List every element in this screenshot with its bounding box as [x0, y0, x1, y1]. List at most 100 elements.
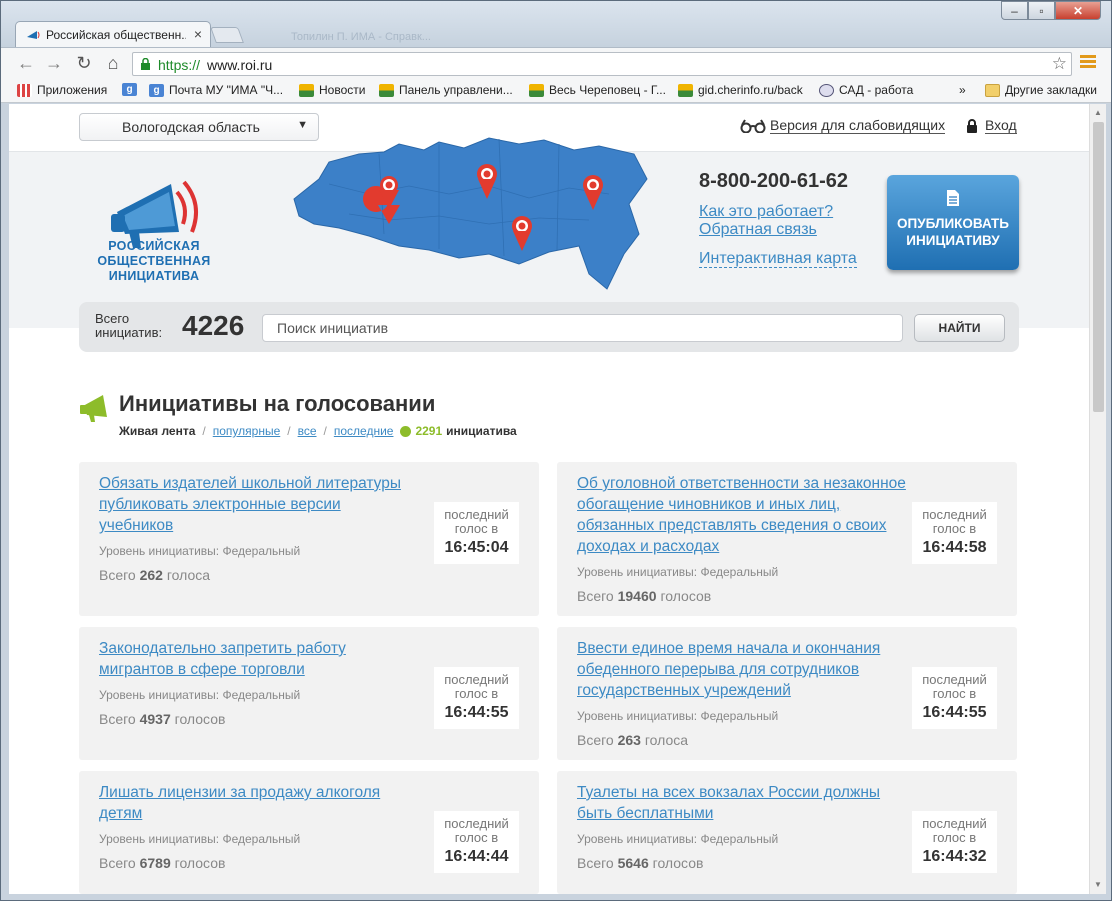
region-select[interactable]: Вологодская область ▼	[79, 113, 319, 141]
last-vote-label-1: последний	[444, 672, 509, 687]
bookmarks-overflow[interactable]: »	[959, 83, 966, 97]
globe-icon	[819, 83, 834, 97]
last-vote-label-1: последний	[922, 816, 987, 831]
initiative-votes: Всего 6789 голосов	[99, 855, 225, 871]
new-tab-button[interactable]	[210, 27, 244, 43]
bookmark-star-icon[interactable]: ☆	[1052, 54, 1067, 74]
bookmark-label: Приложения	[37, 83, 108, 97]
bookmark-mail[interactable]: g Почта МУ "ИМА "Ч...	[149, 83, 283, 97]
glasses-icon	[740, 119, 766, 133]
close-tab-icon[interactable]: ×	[194, 26, 202, 42]
bookmark-sad[interactable]: САД - работа	[819, 83, 913, 97]
maximize-button[interactable]: ▫	[1028, 1, 1055, 20]
window-controls: ‒ ▫ ✕	[1001, 1, 1101, 20]
region-value: Вологодская область	[122, 119, 260, 135]
filter-separator: /	[323, 424, 327, 438]
padlock-icon	[967, 119, 977, 133]
last-vote-time: 16:44:44	[444, 848, 509, 865]
phone-number: 8-800-200-61-62	[699, 170, 848, 192]
votes-count: 262	[139, 567, 163, 583]
votes-count: 19460	[617, 588, 657, 604]
last-vote-box: последний голос в 16:44:55	[912, 667, 997, 729]
bookmark-other[interactable]: Другие закладки	[985, 83, 1097, 97]
bookmark-apps[interactable]: Приложения	[17, 83, 107, 97]
last-vote-label-2: голос в	[454, 686, 499, 701]
scroll-thumb[interactable]	[1093, 122, 1104, 412]
votes-prefix: Всего	[99, 855, 136, 871]
initiative-card: Лишать лицензии за продажу алкоголя детя…	[79, 771, 539, 894]
russia-map-icon[interactable]	[289, 124, 649, 294]
logo-line-3: ИНИЦИАТИВА	[108, 269, 200, 283]
search-button[interactable]: НАЙТИ	[914, 314, 1005, 342]
initiatives-on-vote-count: 2291	[415, 424, 443, 438]
initiative-title-link[interactable]: Законодательно запретить работу мигранто…	[99, 638, 389, 680]
scroll-down-icon[interactable]: ▼	[1094, 880, 1102, 889]
votes-prefix: Всего	[99, 711, 136, 727]
initiative-title-link[interactable]: Туалеты на всех вокзалах России должны б…	[577, 782, 907, 824]
bookmark-panel[interactable]: Панель управлени...	[379, 83, 513, 97]
login-link[interactable]: Вход	[966, 118, 1017, 134]
last-vote-label-1: последний	[444, 507, 509, 522]
votes-prefix: Всего	[577, 855, 614, 871]
ghost-tab-title: Топилин П. ИМА - Справк...	[291, 31, 431, 43]
address-bar[interactable]: https:// www.roi.ru ☆	[132, 52, 1072, 76]
bookmark-cherinfo[interactable]: gid.cherinfo.ru/back	[678, 83, 803, 97]
filter-bar: Живая лента / популярные / все / последн…	[119, 424, 517, 438]
votes-prefix: Всего	[577, 588, 614, 604]
forward-arrow-icon[interactable]: →	[43, 53, 65, 74]
search-input[interactable]	[262, 314, 903, 342]
accessibility-link[interactable]: Версия для слабовидящих	[740, 118, 946, 134]
initiative-title-link[interactable]: Об уголовной ответственности за незаконн…	[577, 473, 907, 557]
interactive-map-link[interactable]: Интерактивная карта	[699, 250, 857, 268]
votes-suffix: голосов	[174, 855, 226, 871]
votes-suffix: голоса	[644, 732, 689, 748]
bookmark-news[interactable]: Новости	[299, 83, 365, 97]
last-vote-time: 16:44:32	[922, 848, 987, 865]
section-title: Инициативы на голосовании	[119, 391, 436, 416]
initiative-votes: Всего 19460 голосов	[577, 588, 711, 604]
bookmark-cherepovets[interactable]: Весь Череповец - Г...	[529, 83, 666, 97]
last-vote-label-2: голос в	[932, 521, 977, 536]
votes-count: 5646	[617, 855, 649, 871]
filter-all[interactable]: все	[298, 424, 317, 438]
last-vote-time: 16:44:58	[922, 539, 987, 556]
bookmark-label: Весь Череповец - Г...	[549, 83, 666, 97]
initiative-title-link[interactable]: Обязать издателей школьной литературы пу…	[99, 473, 419, 536]
filter-live-feed[interactable]: Живая лента	[119, 424, 195, 438]
how-it-works-link[interactable]: Как это работает?	[699, 203, 833, 221]
last-vote-box: последний голос в 16:44:58	[912, 502, 997, 564]
total-initiatives-count: 4226	[182, 310, 245, 341]
votes-count: 6789	[139, 855, 171, 871]
home-icon[interactable]: ⌂	[102, 53, 124, 74]
document-icon	[947, 190, 959, 206]
filter-popular[interactable]: популярные	[213, 424, 281, 438]
bookmark-label: Почта МУ "ИМА "Ч...	[169, 83, 284, 97]
total-label-line-1: Всего	[95, 311, 130, 326]
browser-tab[interactable]: Российская общественн... ×	[15, 21, 211, 48]
chrome-menu-icon[interactable]	[1080, 55, 1096, 70]
search-panel: Всего инициатив: 4226 НАЙТИ	[79, 302, 1019, 352]
page-viewport: Вологодская область ▼ Версия для слабови…	[9, 104, 1089, 894]
back-arrow-icon[interactable]: ←	[15, 53, 37, 74]
bookmark-google[interactable]: g	[122, 83, 142, 96]
publish-initiative-button[interactable]: ОПУБЛИКОВАТЬ ИНИЦИАТИВУ	[887, 175, 1019, 270]
filter-latest[interactable]: последние	[334, 424, 394, 438]
feedback-link[interactable]: Обратная связь	[699, 221, 817, 239]
last-vote-time: 16:45:04	[444, 539, 509, 556]
close-window-button[interactable]: ✕	[1055, 1, 1101, 20]
initiative-level: Уровень инициативы: Федеральный	[577, 565, 779, 579]
scroll-up-icon[interactable]: ▲	[1094, 108, 1102, 117]
flag-icon	[529, 83, 544, 97]
title-bar: Российская общественн... × Топилин П. ИМ…	[1, 1, 1111, 48]
reload-icon[interactable]: ↻	[73, 53, 95, 74]
initiatives-count-label: инициатива	[446, 424, 517, 438]
minimize-button[interactable]: ‒	[1001, 1, 1028, 20]
initiative-card: Ввести единое время начала и окончания о…	[557, 627, 1017, 760]
initiative-level: Уровень инициативы: Федеральный	[99, 688, 301, 702]
initiative-votes: Всего 5646 голосов	[577, 855, 703, 871]
votes-count: 263	[617, 732, 641, 748]
initiative-title-link[interactable]: Ввести единое время начала и окончания о…	[577, 638, 907, 701]
initiative-title-link[interactable]: Лишать лицензии за продажу алкоголя детя…	[99, 782, 409, 824]
last-vote-label-1: последний	[922, 672, 987, 687]
page-scrollbar[interactable]: ▲ ▼	[1089, 104, 1106, 894]
